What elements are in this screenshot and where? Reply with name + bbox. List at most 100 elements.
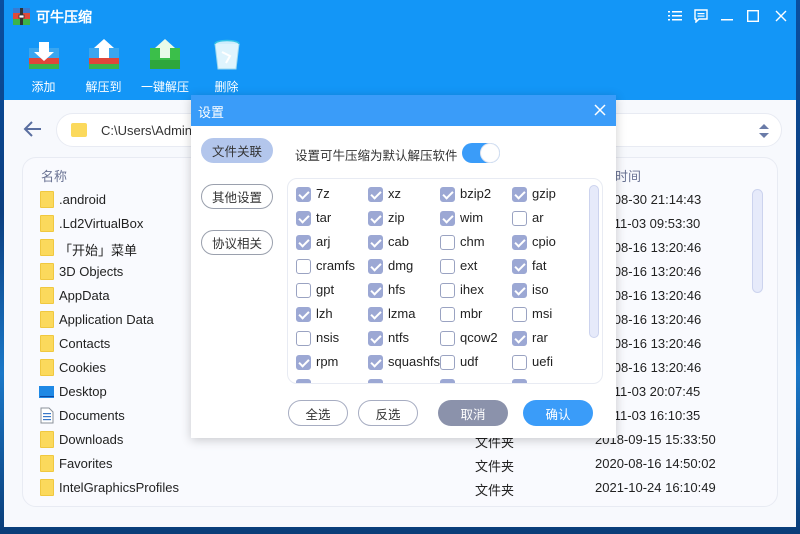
extension-scrollbar[interactable] <box>589 185 599 338</box>
extension-checkbox-cpio[interactable]: cpio <box>512 232 584 252</box>
checkbox[interactable] <box>368 307 383 322</box>
extension-label: msi <box>532 306 553 321</box>
back-arrow-icon[interactable] <box>22 118 44 140</box>
checkbox[interactable] <box>440 211 455 226</box>
checkbox[interactable] <box>512 187 527 202</box>
checkbox[interactable] <box>440 355 455 370</box>
add-button[interactable]: 添加 <box>14 38 73 95</box>
checkbox[interactable] <box>512 259 527 274</box>
checkbox[interactable] <box>296 283 311 298</box>
extension-checkbox-rpm[interactable]: rpm <box>296 352 368 372</box>
extension-checkbox-7z[interactable]: 7z <box>296 184 368 204</box>
extension-checkbox-udf[interactable]: udf <box>440 352 512 372</box>
checkbox[interactable] <box>368 331 383 346</box>
checkbox[interactable] <box>368 211 383 226</box>
checkbox[interactable] <box>512 283 527 298</box>
extension-checkbox-hfs[interactable]: hfs <box>368 280 440 300</box>
extension-checkbox-hidden[interactable] <box>296 376 368 383</box>
checkbox[interactable] <box>512 379 527 383</box>
extension-checkbox-zip[interactable]: zip <box>368 208 440 228</box>
close-icon[interactable] <box>766 0 796 32</box>
extension-checkbox-qcow2[interactable]: qcow2 <box>440 328 512 348</box>
checkbox[interactable] <box>512 355 527 370</box>
checkbox[interactable] <box>512 211 527 226</box>
menu-icon[interactable] <box>662 0 688 32</box>
extension-checkbox-nsis[interactable]: nsis <box>296 328 368 348</box>
checkbox[interactable] <box>440 187 455 202</box>
checkbox[interactable] <box>512 331 527 346</box>
checkbox[interactable] <box>296 331 311 346</box>
dialog-close-icon[interactable] <box>592 102 608 118</box>
tab-other-settings[interactable]: 其他设置 <box>201 184 273 209</box>
extension-checkbox-squashfs[interactable]: squashfs <box>368 352 440 372</box>
default-app-toggle[interactable] <box>462 143 500 163</box>
extension-checkbox-msi[interactable]: msi <box>512 304 584 324</box>
extract-to-button[interactable]: 解压到 <box>74 38 133 95</box>
extension-checkbox-dmg[interactable]: dmg <box>368 256 440 276</box>
extension-checkbox-gpt[interactable]: gpt <box>296 280 368 300</box>
checkbox[interactable] <box>296 235 311 250</box>
extension-checkbox-hidden[interactable] <box>368 376 440 383</box>
file-row[interactable]: Favorites 文件夹 2020-08-16 14:50:02 <box>23 452 743 476</box>
checkbox[interactable] <box>440 379 455 383</box>
extension-checkbox-hidden[interactable] <box>512 376 584 383</box>
extension-checkbox-gzip[interactable]: gzip <box>512 184 584 204</box>
checkbox[interactable] <box>440 259 455 274</box>
checkbox[interactable] <box>368 379 383 383</box>
extension-checkbox-iso[interactable]: iso <box>512 280 584 300</box>
extension-checkbox-mbr[interactable]: mbr <box>440 304 512 324</box>
extension-checkbox-arj[interactable]: arj <box>296 232 368 252</box>
tab-protocol[interactable]: 协议相关 <box>201 230 273 255</box>
checkbox[interactable] <box>512 307 527 322</box>
checkbox[interactable] <box>296 187 311 202</box>
extension-checkbox-cramfs[interactable]: cramfs <box>296 256 368 276</box>
extension-checkbox-ihex[interactable]: ihex <box>440 280 512 300</box>
extension-checkbox-chm[interactable]: chm <box>440 232 512 252</box>
extension-checkbox-lzh[interactable]: lzh <box>296 304 368 324</box>
checkbox[interactable] <box>296 379 311 383</box>
extension-checkbox-hidden[interactable] <box>440 376 512 383</box>
extension-checkbox-tar[interactable]: tar <box>296 208 368 228</box>
checkbox[interactable] <box>296 211 311 226</box>
checkbox[interactable] <box>296 307 311 322</box>
checkbox[interactable] <box>440 283 455 298</box>
path-input[interactable]: C:\Users\Admin <box>101 123 192 138</box>
minimize-icon[interactable] <box>714 0 740 32</box>
select-all-button[interactable]: 全选 <box>288 400 348 426</box>
checkbox[interactable] <box>368 235 383 250</box>
feedback-icon[interactable] <box>688 0 714 32</box>
checkbox[interactable] <box>368 259 383 274</box>
extension-checkbox-ext[interactable]: ext <box>440 256 512 276</box>
extension-checkbox-fat[interactable]: fat <box>512 256 584 276</box>
checkbox[interactable] <box>296 259 311 274</box>
delete-button[interactable]: 删除 <box>197 38 256 95</box>
one-click-extract-button[interactable]: 一键解压 <box>134 38 196 95</box>
extension-checkbox-bzip2[interactable]: bzip2 <box>440 184 512 204</box>
checkbox[interactable] <box>440 235 455 250</box>
column-header-name[interactable]: 名称 <box>41 166 67 185</box>
extension-checkbox-ar[interactable]: ar <box>512 208 584 228</box>
extension-checkbox-xz[interactable]: xz <box>368 184 440 204</box>
extension-checkbox-cab[interactable]: cab <box>368 232 440 252</box>
extension-checkbox-lzma[interactable]: lzma <box>368 304 440 324</box>
extension-checkbox-wim[interactable]: wim <box>440 208 512 228</box>
checkbox[interactable] <box>368 355 383 370</box>
column-header-time[interactable]: 时间 <box>615 166 641 185</box>
cancel-button[interactable]: 取消 <box>438 400 508 426</box>
extension-checkbox-ntfs[interactable]: ntfs <box>368 328 440 348</box>
checkbox[interactable] <box>440 331 455 346</box>
checkbox[interactable] <box>512 235 527 250</box>
scrollbar[interactable] <box>752 189 763 293</box>
confirm-button[interactable]: 确认 <box>523 400 593 426</box>
maximize-icon[interactable] <box>740 0 766 32</box>
tab-file-association[interactable]: 文件关联 <box>201 138 273 163</box>
checkbox[interactable] <box>440 307 455 322</box>
sort-toggle-icon[interactable] <box>757 122 771 140</box>
checkbox[interactable] <box>368 283 383 298</box>
extension-checkbox-rar[interactable]: rar <box>512 328 584 348</box>
extension-checkbox-uefi[interactable]: uefi <box>512 352 584 372</box>
checkbox[interactable] <box>296 355 311 370</box>
file-row[interactable]: IntelGraphicsProfiles 文件夹 2021-10-24 16:10… <box>23 476 743 500</box>
invert-selection-button[interactable]: 反选 <box>358 400 418 426</box>
checkbox[interactable] <box>368 187 383 202</box>
